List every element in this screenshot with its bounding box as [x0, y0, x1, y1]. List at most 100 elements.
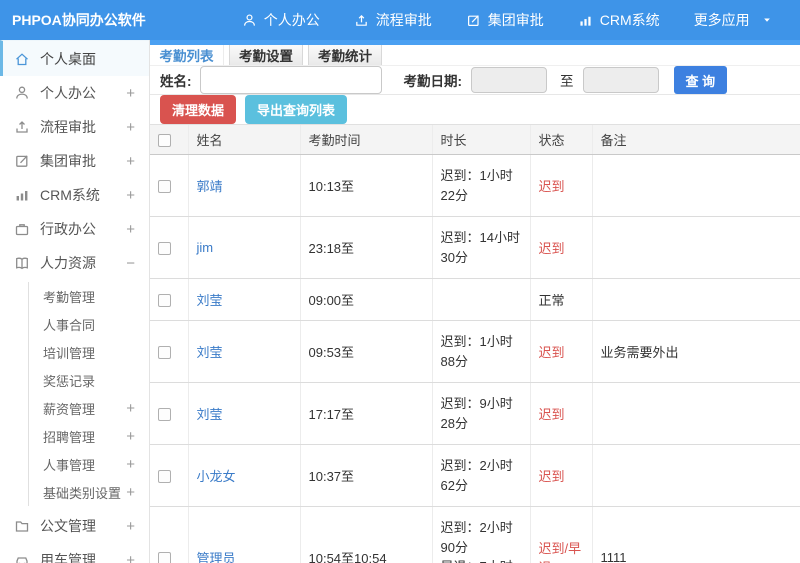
nav-item-workflow-approval[interactable]: 流程审批: [354, 10, 432, 30]
sidebar-item-personal-office[interactable]: 个人办公 +: [0, 76, 149, 110]
chart-icon: [14, 187, 31, 203]
sidebar-subitem-label: 考勤管理: [43, 289, 96, 305]
sidebar-item-document-mgmt[interactable]: 公文管理 +: [0, 509, 149, 543]
sidebar-subitem-training-mgmt[interactable]: 培训管理: [29, 338, 149, 366]
header-checkbox-cell: [150, 124, 188, 155]
nav-item-label: 集团审批: [487, 12, 544, 28]
date-from-input[interactable]: [471, 67, 547, 93]
sidebar-item-label: CRM系统: [40, 187, 100, 203]
note-cell: 1111: [591, 506, 800, 563]
sidebar-subitem-label: 人事合同: [43, 317, 96, 333]
date-to-input[interactable]: [582, 67, 659, 93]
duration-cell: 迟到：14小时30分: [431, 216, 530, 279]
sidebar-subitem-salary-mgmt[interactable]: 薪资管理 +: [29, 394, 149, 422]
status-badge: 迟到: [538, 345, 565, 360]
date-label: 考勤日期:: [403, 74, 463, 89]
sidebar-item-vehicle-mgmt[interactable]: 用车管理 +: [0, 543, 149, 563]
note-cell: [591, 154, 800, 217]
collapse-sign: −: [126, 254, 135, 272]
sidebar-item-label: 集团审批: [40, 153, 96, 169]
attendance-time: 10:37至: [299, 444, 432, 507]
sidebar-item-workflow-approval[interactable]: 流程审批 +: [0, 110, 149, 144]
chart-icon: [578, 13, 593, 28]
duration-line: 迟到：2小时62分: [440, 458, 513, 493]
note-cell: [591, 216, 800, 279]
nav-item-personal-office[interactable]: 个人办公: [242, 10, 320, 30]
sidebar-item-group-approval[interactable]: 集团审批 +: [0, 144, 149, 178]
flow-icon: [354, 13, 369, 28]
export-list-button[interactable]: 导出查询列表: [245, 95, 348, 124]
employee-name-link[interactable]: 刘莹: [197, 293, 223, 308]
sidebar-subitem-recruit-mgmt[interactable]: 招聘管理 +: [29, 422, 149, 450]
attendance-time: 10:13至: [299, 154, 432, 217]
table-row: 刘莹 09:53至 迟到：1小时88分 迟到 业务需要外出: [150, 320, 800, 383]
row-checkbox[interactable]: [158, 180, 171, 194]
table-row: 刘莹 17:17至 迟到：9小时28分 迟到: [150, 382, 800, 445]
clean-data-button[interactable]: 清理数据: [160, 95, 237, 124]
attendance-time: 09:00至: [299, 278, 432, 321]
name-input[interactable]: [199, 66, 382, 94]
status-badge: 迟到: [538, 469, 565, 484]
sidebar-subitem-personnel-mgmt[interactable]: 人事管理 +: [29, 450, 149, 478]
book-icon: [14, 255, 31, 271]
main-content: 考勤列表 考勤设置 考勤统计 姓名: 考勤日期: 至 查 询 清理数据 导出查询…: [150, 40, 800, 563]
note-cell: [591, 278, 800, 321]
nav-item-crm-system[interactable]: CRM系统: [578, 10, 660, 30]
row-checkbox[interactable]: [158, 470, 171, 484]
sidebar-subitem-reward-punish[interactable]: 奖惩记录: [29, 366, 149, 394]
employee-name-link[interactable]: 刘莹: [197, 345, 223, 360]
sidebar-subitem-attendance-mgmt[interactable]: 考勤管理: [29, 282, 149, 310]
sidebar-subitem-label: 人事管理: [43, 457, 96, 473]
status-badge: 迟到/早退: [538, 541, 582, 563]
sidebar-item-label: 公文管理: [40, 518, 96, 534]
nav-item-group-approval[interactable]: 集团审批: [466, 10, 544, 30]
tab-attendance-list[interactable]: 考勤列表: [150, 45, 224, 65]
sidebar-item-human-resources[interactable]: 人力资源 −: [0, 246, 149, 280]
note-cell: 业务需要外出: [591, 320, 800, 383]
nav-item-more-apps[interactable]: 更多应用: [694, 10, 773, 30]
briefcase-icon: [14, 221, 31, 237]
expand-sign: +: [126, 152, 135, 170]
search-form: 姓名: 考勤日期: 至 查 询: [150, 66, 800, 95]
attendance-time: 23:18至: [299, 216, 432, 279]
sidebar-item-label: 人力资源: [40, 255, 96, 271]
expand-sign: +: [126, 551, 135, 563]
duration-line: 迟到：1小时22分: [440, 168, 513, 203]
row-checkbox[interactable]: [158, 551, 171, 563]
row-checkbox[interactable]: [158, 346, 171, 360]
tab-attendance-settings[interactable]: 考勤设置: [229, 45, 303, 65]
sidebar-item-admin-office[interactable]: 行政办公 +: [0, 212, 149, 246]
row-checkbox[interactable]: [158, 294, 171, 308]
duration-line: 迟到：2小时90分: [440, 520, 513, 555]
row-checkbox[interactable]: [158, 242, 171, 256]
nav-item-label: 个人办公: [263, 12, 320, 28]
status-badge: 正常: [538, 293, 565, 308]
car-icon: [14, 552, 31, 563]
employee-name-link[interactable]: 郭靖: [197, 179, 223, 194]
sidebar-hr-submenu: 考勤管理 人事合同 培训管理 奖惩记录 薪资管理 + 招聘管理 + 人事管理 +…: [28, 282, 149, 506]
sidebar-subitem-hr-contract[interactable]: 人事合同: [29, 310, 149, 338]
sidebar-subitem-base-category[interactable]: 基础类别设置 +: [29, 478, 149, 506]
column-time: 考勤时间: [299, 124, 432, 155]
employee-name-link[interactable]: 管理员: [197, 551, 236, 563]
sidebar-subitem-label: 培训管理: [43, 345, 96, 361]
select-all-checkbox[interactable]: [158, 134, 171, 148]
employee-name-link[interactable]: 小龙女: [197, 469, 236, 484]
row-checkbox[interactable]: [158, 408, 171, 422]
sidebar-item-crm-system[interactable]: CRM系统 +: [0, 178, 149, 212]
employee-name-link[interactable]: jim: [197, 240, 214, 255]
tab-attendance-stats[interactable]: 考勤统计: [308, 45, 382, 65]
query-button[interactable]: 查 询: [673, 66, 728, 94]
nav-item-label: CRM系统: [599, 12, 660, 28]
table-header-row: 姓名 考勤时间 时长 状态 备注: [150, 124, 800, 155]
column-status: 状态: [529, 124, 592, 155]
employee-name-link[interactable]: 刘莹: [197, 407, 223, 422]
attendance-time: 09:53至: [299, 320, 432, 383]
sidebar: 个人桌面 个人办公 + 流程审批 + 集团审批 + CRM系统 + 行政办公 +: [0, 40, 150, 563]
sidebar-item-personal-desktop[interactable]: 个人桌面: [0, 40, 149, 76]
user-icon: [14, 85, 31, 101]
name-label: 姓名:: [160, 74, 192, 89]
sidebar-subitem-label: 基础类别设置: [43, 485, 122, 501]
expand-sign: +: [126, 399, 135, 417]
expand-sign: +: [126, 455, 135, 473]
